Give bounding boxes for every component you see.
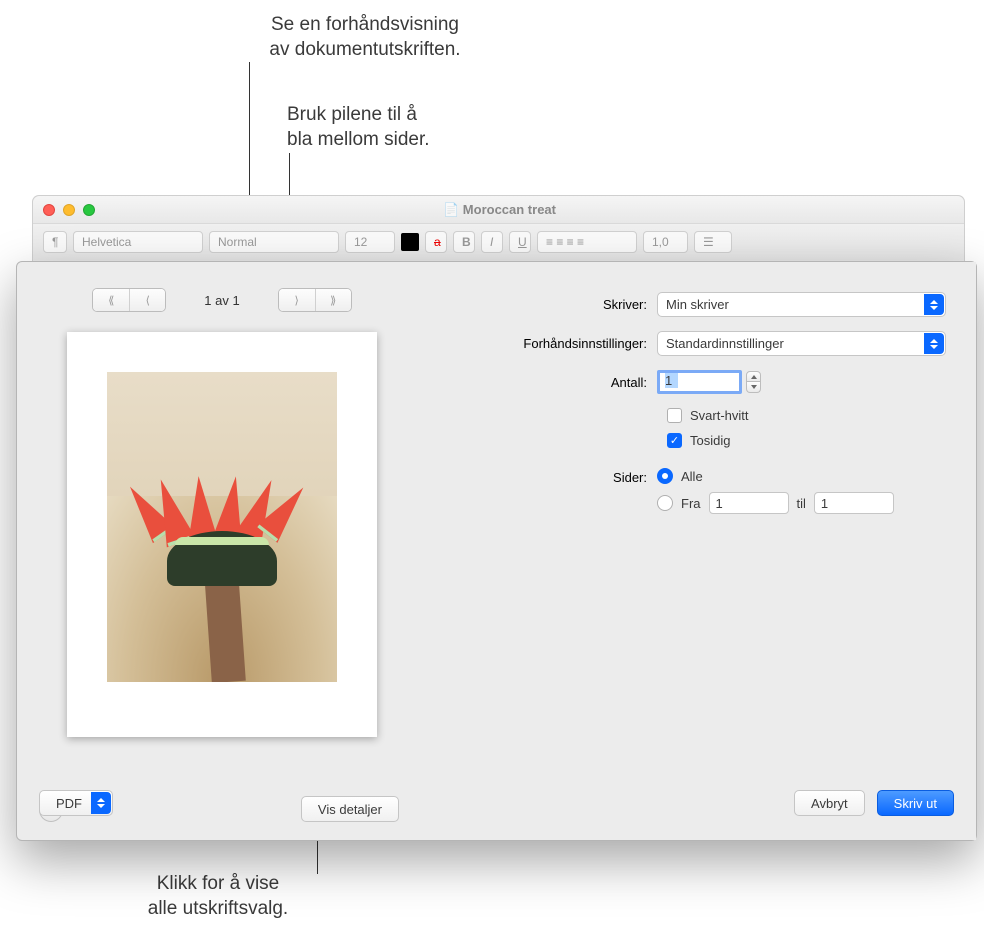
page-indicator: 1 av 1: [204, 293, 239, 308]
text-color-button[interactable]: [401, 233, 419, 251]
callout-arrows: Bruk pilene til å bla mellom sider.: [287, 103, 477, 152]
callout-details: Klikk for å vise alle utskriftsvalg.: [118, 872, 318, 921]
window-titlebar: 📄 Moroccan treat: [33, 196, 964, 224]
italic-button[interactable]: I: [481, 231, 503, 253]
page-preview: [67, 332, 377, 737]
prev-page-button[interactable]: ⟨: [129, 289, 165, 311]
clear-style-button[interactable]: a: [425, 231, 447, 253]
black-white-checkbox[interactable]: [667, 408, 682, 423]
stepper-up-icon[interactable]: [746, 371, 761, 382]
paragraph-button[interactable]: ¶: [43, 231, 67, 253]
pages-to-input[interactable]: 1: [814, 492, 894, 514]
settings-pane: Skriver: Min skriver Forhåndsinnstilling…: [427, 262, 976, 840]
next-page-button[interactable]: ⟩: [279, 289, 315, 311]
pages-from-label: Fra: [681, 496, 701, 511]
callout-preview: Se en forhåndsvisning av dokumentutskrif…: [250, 13, 480, 62]
black-white-label: Svart-hvitt: [690, 408, 749, 423]
pages-from-input[interactable]: 1: [709, 492, 789, 514]
close-icon[interactable]: [43, 204, 55, 216]
format-toolbar: ¶ Helvetica Normal 12 a B I U ≡ ≡ ≡ ≡ 1,…: [33, 224, 964, 260]
first-page-button[interactable]: ⟪: [93, 289, 129, 311]
font-selector[interactable]: Helvetica: [73, 231, 203, 253]
window-title: 📄 Moroccan treat: [95, 202, 904, 218]
spacing-selector[interactable]: 1,0: [643, 231, 688, 253]
two-sided-checkbox[interactable]: ✓: [667, 433, 682, 448]
bold-button[interactable]: B: [453, 231, 475, 253]
pages-all-label: Alle: [681, 469, 703, 484]
zoom-icon[interactable]: [83, 204, 95, 216]
preview-image: [107, 372, 337, 682]
list-button[interactable]: ☰: [694, 231, 732, 253]
copies-stepper[interactable]: [746, 371, 761, 393]
printer-select[interactable]: Min skriver: [657, 292, 946, 317]
pages-label: Sider:: [437, 468, 657, 485]
pages-to-label: til: [797, 496, 806, 511]
print-dialog: ⟪ ⟨ 1 av 1 ⟩ ⟫: [16, 261, 977, 841]
presets-select[interactable]: Standardinnstillinger: [657, 331, 946, 356]
pdf-menu-button[interactable]: PDF: [39, 790, 113, 816]
last-page-button[interactable]: ⟫: [315, 289, 351, 311]
stepper-down-icon[interactable]: [746, 382, 761, 393]
nav-back-group: ⟪ ⟨: [92, 288, 166, 312]
copies-input[interactable]: 1: [657, 370, 742, 394]
preview-pane: ⟪ ⟨ 1 av 1 ⟩ ⟫: [17, 262, 427, 840]
cancel-button[interactable]: Avbryt: [794, 790, 865, 816]
size-selector[interactable]: 12: [345, 231, 395, 253]
style-selector[interactable]: Normal: [209, 231, 339, 253]
pages-all-radio[interactable]: [657, 468, 673, 484]
align-buttons[interactable]: ≡ ≡ ≡ ≡: [537, 231, 637, 253]
chevron-updown-icon: [924, 333, 944, 354]
copies-label: Antall:: [437, 375, 657, 390]
print-button[interactable]: Skriv ut: [877, 790, 954, 816]
presets-label: Forhåndsinnstillinger:: [437, 336, 657, 351]
chevron-updown-icon: [924, 294, 944, 315]
nav-forward-group: ⟩ ⟫: [278, 288, 352, 312]
minimize-icon[interactable]: [63, 204, 75, 216]
underline-button[interactable]: U: [509, 231, 531, 253]
two-sided-label: Tosidig: [690, 433, 730, 448]
pages-range-radio[interactable]: [657, 495, 673, 511]
chevron-updown-icon: [91, 792, 111, 814]
printer-label: Skriver:: [437, 297, 657, 312]
document-window: 📄 Moroccan treat ¶ Helvetica Normal 12 a…: [32, 195, 965, 261]
